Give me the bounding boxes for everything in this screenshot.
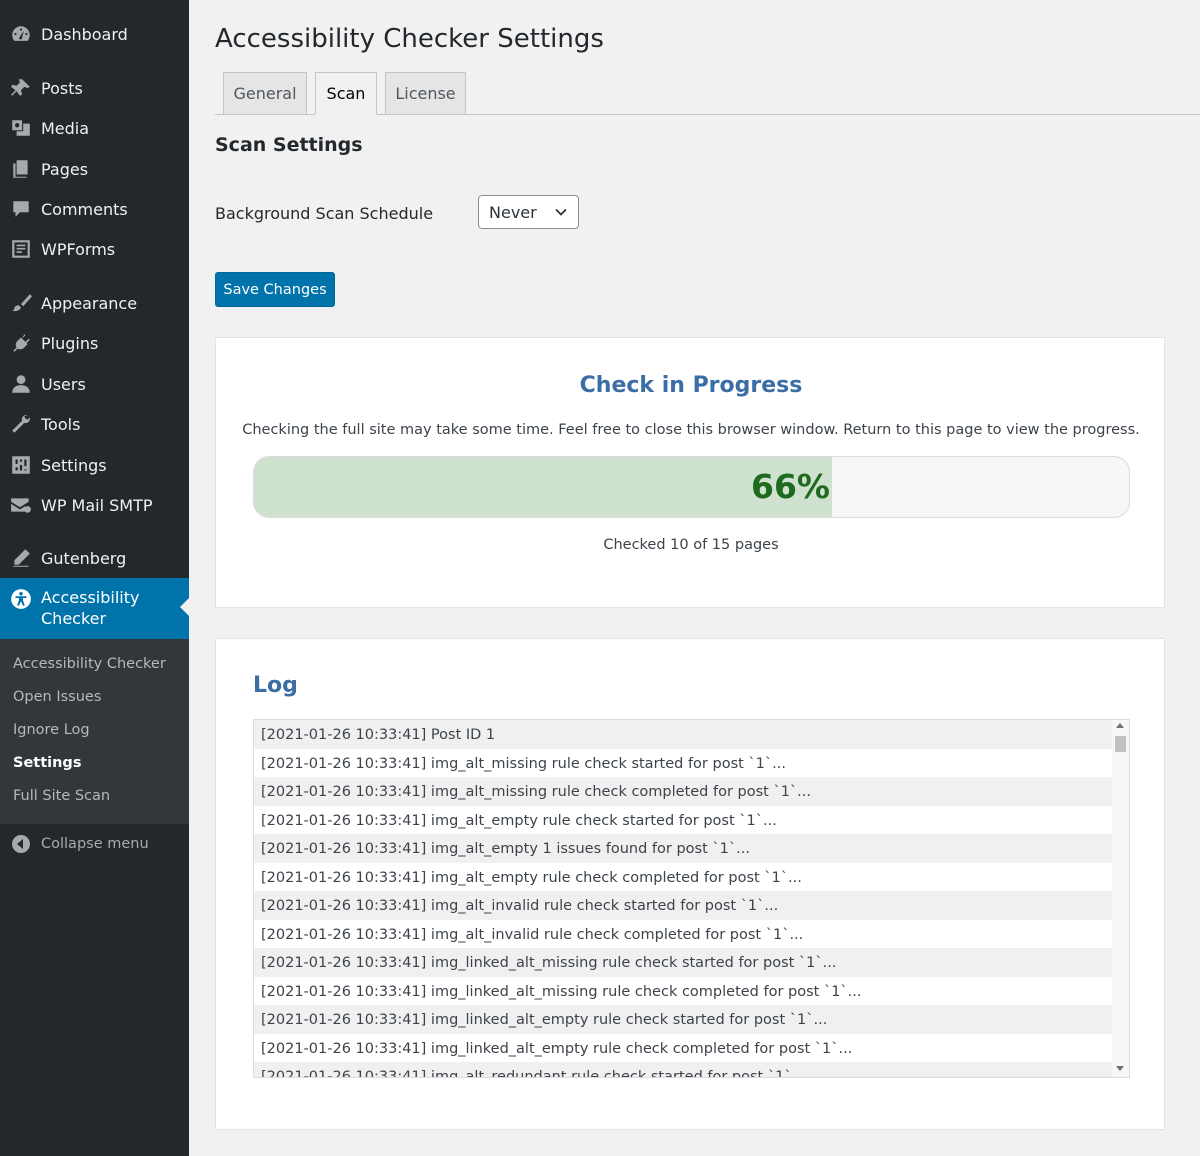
sidebar-item-label: Posts (41, 78, 83, 98)
user-icon (0, 364, 41, 404)
sidebar-item-plugins[interactable]: Plugins (0, 323, 189, 363)
sidebar-item-gutenberg[interactable]: Gutenberg (0, 538, 189, 578)
pages-icon (0, 149, 41, 189)
accessibility-checker-submenu: Accessibility Checker Open Issues Ignore… (0, 639, 189, 824)
log-rows: [2021-01-26 10:33:41] Post ID 1 [2021-01-… (254, 720, 1113, 1077)
sidebar-item-comments[interactable]: Comments (0, 189, 189, 229)
dashboard-icon (0, 14, 41, 54)
plug-icon (0, 323, 41, 363)
sidebar-item-label: Accessibility Checker (41, 588, 140, 628)
submenu-item-settings[interactable]: Settings (13, 755, 81, 771)
section-heading: Scan Settings (215, 134, 363, 156)
sidebar-item-label: Tools (41, 414, 81, 434)
sidebar-item-label: Pages (41, 159, 89, 179)
collapse-arrow-icon (0, 834, 41, 854)
log-entry: [2021-01-26 10:33:41] img_linked_alt_mis… (254, 948, 1113, 977)
scroll-up-arrow-icon[interactable] (1116, 723, 1124, 728)
chevron-down-icon (555, 208, 567, 216)
sidebar-item-accessibility-checker[interactable]: Accessibility Checker (0, 578, 189, 639)
sidebar-item-label: Plugins (41, 333, 99, 353)
progress-bar: 66% (253, 456, 1130, 518)
sidebar-item-label: Dashboard (41, 24, 128, 44)
scroll-down-arrow-icon[interactable] (1116, 1066, 1124, 1071)
log-entry: [2021-01-26 10:33:41] img_alt_empty rule… (261, 812, 777, 829)
scrollbar-thumb[interactable] (1115, 736, 1126, 752)
sidebar-item-dashboard[interactable]: Dashboard (0, 14, 189, 54)
progress-count: Checked 10 of 15 pages (603, 537, 779, 553)
sliders-icon (0, 445, 41, 485)
current-menu-arrow (180, 598, 189, 616)
sidebar-item-label: WP Mail SMTP (41, 495, 153, 515)
sidebar-item-label: WPForms (41, 239, 116, 259)
sidebar-item-posts[interactable]: Posts (0, 68, 189, 108)
sidebar-item-wp-mail-smtp[interactable]: WP Mail SMTP (0, 485, 189, 525)
tab-scan[interactable]: Scan (315, 72, 377, 115)
log-entry: [2021-01-26 10:33:41] img_alt_empty rule… (261, 869, 802, 886)
log-entry: [2021-01-26 10:33:41] img_alt_redundant … (254, 1062, 1113, 1077)
log-panel: Log [2021-01-26 10:33:41] Post ID 1 [2021… (215, 638, 1165, 1130)
collapse-menu-label: Collapse menu (41, 836, 149, 852)
sidebar-item-tools[interactable]: Tools (0, 404, 189, 444)
schedule-select-value: Never (489, 202, 537, 222)
media-icon (0, 108, 41, 148)
admin-sidebar: Dashboard Posts Media Pages Comments WPF… (0, 0, 189, 1156)
sidebar-item-label: Appearance (41, 293, 138, 313)
log-entry: [2021-01-26 10:33:41] img_alt_invalid ru… (254, 891, 1113, 920)
tab-general[interactable]: General (223, 72, 307, 115)
log-entry: [2021-01-26 10:33:41] img_alt_missing ru… (254, 777, 1113, 806)
log-entry: [2021-01-26 10:33:41] img_linked_alt_emp… (254, 1005, 1113, 1034)
sidebar-item-media[interactable]: Media (0, 108, 189, 148)
sidebar-item-label: Gutenberg (41, 548, 127, 568)
submenu-item-open-issues[interactable]: Open Issues (13, 689, 101, 705)
sidebar-item-users[interactable]: Users (0, 364, 189, 404)
sidebar-item-pages[interactable]: Pages (0, 149, 189, 189)
log-entry: [2021-01-26 10:33:41] img_alt_invalid ru… (261, 926, 804, 943)
sidebar-item-label: Comments (41, 199, 128, 219)
tab-license[interactable]: License (385, 72, 466, 115)
sidebar-item-label: Settings (41, 455, 107, 475)
form-icon (0, 229, 41, 269)
schedule-label: Background Scan Schedule (215, 204, 434, 223)
sidebar-item-appearance[interactable]: Appearance (0, 283, 189, 323)
envelope-gear-icon (0, 485, 41, 525)
pushpin-icon (0, 68, 41, 108)
page-title: Accessibility Checker Settings (215, 24, 604, 54)
sidebar-item-label: Users (41, 374, 86, 394)
log-entry: [2021-01-26 10:33:41] img_linked_alt_mis… (261, 983, 862, 1000)
collapse-menu-button[interactable]: Collapse menu (0, 828, 189, 860)
sidebar-item-label: Media (41, 118, 90, 138)
paintbrush-icon (0, 283, 41, 323)
log-scrollbar[interactable] (1112, 720, 1129, 1077)
progress-description: Checking the full site may take some tim… (242, 422, 1140, 438)
log-entry: [2021-01-26 10:33:41] img_linked_alt_emp… (261, 1040, 853, 1057)
progress-percent: 66% (751, 467, 830, 506)
accessibility-icon (0, 587, 41, 611)
log-entry: [2021-01-26 10:33:41] img_alt_empty 1 is… (254, 834, 1113, 863)
submenu-item-accessibility-checker[interactable]: Accessibility Checker (13, 656, 166, 672)
progress-title: Check in Progress (579, 373, 803, 398)
submenu-item-full-site-scan[interactable]: Full Site Scan (13, 788, 110, 804)
schedule-select[interactable]: Never (478, 195, 579, 229)
log-entry: [2021-01-26 10:33:41] Post ID 1 (254, 720, 1113, 749)
progress-panel: Check in Progress Checking the full site… (215, 337, 1165, 608)
pencil-icon (0, 538, 41, 578)
wrench-icon (0, 404, 41, 444)
log-entry: [2021-01-26 10:33:41] img_alt_missing ru… (261, 755, 786, 772)
sidebar-item-settings[interactable]: Settings (0, 445, 189, 485)
progress-bar-fill (254, 457, 832, 517)
submenu-item-ignore-log[interactable]: Ignore Log (13, 722, 90, 738)
save-changes-button[interactable]: Save Changes (215, 272, 335, 307)
log-title: Log (253, 673, 298, 698)
log-list[interactable]: [2021-01-26 10:33:41] Post ID 1 [2021-01-… (253, 719, 1130, 1078)
sidebar-item-wpforms[interactable]: WPForms (0, 229, 189, 269)
comment-bubble-icon (0, 189, 41, 229)
